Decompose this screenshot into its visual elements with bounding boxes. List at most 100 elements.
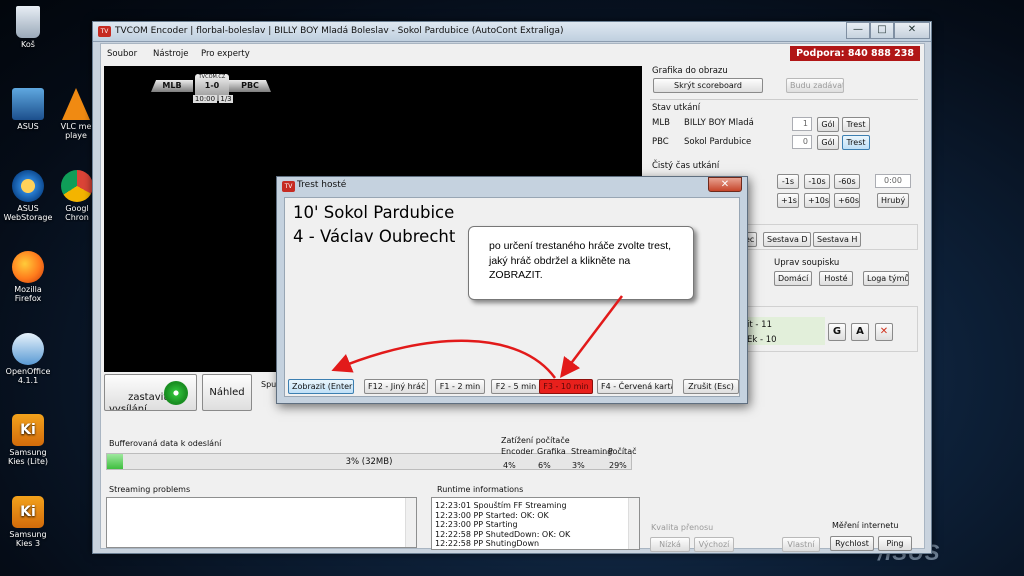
buffer-progress-text: 3% (32MB): [345, 457, 393, 467]
event-goal-button[interactable]: G: [828, 323, 846, 341]
log-line: 12:22:58 PP ShutedDown: OK: OK: [435, 529, 571, 539]
scrollbar[interactable]: [405, 498, 416, 547]
graphics-section-title: Grafika do obrazu: [652, 66, 728, 76]
minimize-button[interactable]: —: [846, 22, 870, 39]
window-titlebar[interactable]: TV TVCOM Encoder | florbal-boleslav | BI…: [93, 22, 931, 42]
stop-broadcast-button[interactable]: zastavit vysílání: [104, 374, 197, 411]
load-header-encoder: Encoder: [501, 447, 534, 456]
penalty-2min-button[interactable]: F1 - 2 min: [435, 379, 485, 394]
recycle-bin-icon: [16, 6, 40, 38]
asus-webstorage-icon: [12, 170, 44, 202]
away-goal-button[interactable]: Gól: [817, 135, 839, 150]
match-state-title: Stav utkání: [652, 103, 701, 113]
speed-test-button[interactable]: Rychlost: [830, 536, 874, 551]
log-line: 12:23:00 PP Started: OK: OK: [435, 510, 549, 520]
runtime-title: Runtime informations: [437, 485, 524, 494]
desktop-icon-kies-lite[interactable]: Ki Samsung Kies (Lite): [2, 414, 54, 466]
menu-soubor[interactable]: Soubor: [107, 49, 137, 59]
desktop-icon-label: ASUS WebStorage: [3, 204, 53, 222]
menu-pro-experty[interactable]: Pro experty: [201, 49, 250, 59]
away-penalty-button[interactable]: Trest: [842, 135, 870, 150]
home-penalty-button[interactable]: Trest: [842, 117, 870, 132]
plus-1s-button[interactable]: +1s: [777, 193, 799, 208]
log-line: 12:23:00 PP Starting: [435, 520, 518, 530]
home-goal-button[interactable]: Gól: [817, 117, 839, 132]
quality-default-button[interactable]: Výchozí: [694, 537, 734, 552]
plus-60s-button[interactable]: +60s: [834, 193, 860, 208]
other-player-button[interactable]: F12 - Jiný hráč: [364, 379, 428, 394]
edit-home-lineup-button[interactable]: Domácí: [774, 271, 812, 286]
quality-custom-button[interactable]: Vlastní: [782, 537, 820, 552]
penalty-5min-button[interactable]: F2 - 5 min: [491, 379, 541, 394]
lineup-away-button[interactable]: Sestava H: [813, 232, 861, 247]
desktop-icon-asus[interactable]: ASUS: [2, 88, 54, 131]
clock-section-title: Čistý čas utkání: [652, 161, 720, 171]
stop-broadcast-label: zastavit vysílání: [109, 392, 168, 411]
red-card-button[interactable]: F4 - Červená karta: [597, 379, 673, 394]
event-row-1[interactable]: it - 11: [747, 320, 772, 330]
desktop-icon-label: ASUS: [17, 122, 39, 131]
minus-60s-button[interactable]: -60s: [834, 174, 860, 189]
scoreboard-brand: TVCOM.CZ: [198, 74, 226, 80]
desktop-icon-label: Samsung Kies (Lite): [7, 448, 49, 466]
event-row-2[interactable]: Ek - 10: [747, 335, 777, 345]
team-logos-button[interactable]: Loga týmů: [863, 271, 909, 286]
preview-button[interactable]: Náhled: [202, 374, 252, 411]
ping-button[interactable]: Ping: [878, 536, 912, 551]
desktop-icon-chrome[interactable]: Googl Chron: [58, 170, 96, 222]
tv-app-icon: TV: [98, 26, 111, 37]
scrollbar[interactable]: [628, 498, 639, 549]
vlc-icon: [62, 88, 90, 120]
close-window-button[interactable]: ✕: [894, 22, 930, 39]
rough-time-button[interactable]: Hrubý: [877, 193, 909, 208]
hide-scoreboard-button[interactable]: Skrýt scoreboard: [653, 78, 763, 93]
menu-bar: Soubor Nástroje Pro experty Podpora: 840…: [101, 44, 924, 64]
home-goals-field[interactable]: 1: [792, 117, 812, 131]
load-value-graphics: 6%: [538, 461, 551, 470]
scoreboard-home: MLB: [151, 80, 193, 92]
chrome-icon: [61, 170, 93, 202]
away-goals-field[interactable]: 0: [792, 135, 812, 149]
runtime-log-list[interactable]: 12:23:01 Spouštím FF Streaming 12:23:00 …: [431, 497, 640, 550]
penalty-player-line: 4 - Václav Oubrecht: [293, 227, 456, 246]
tv-app-icon: TV: [282, 181, 295, 192]
desktop-icon-openoffice[interactable]: OpenOffice 4.1.1: [2, 333, 54, 385]
cancel-penalty-button[interactable]: Zrušit (Esc): [683, 379, 739, 394]
load-header-streaming: Streaming: [571, 447, 613, 456]
streaming-problems-list[interactable]: [106, 497, 417, 548]
event-delete-button[interactable]: ✕: [875, 323, 893, 341]
asus-folder-icon: [12, 88, 44, 120]
desktop-icon-asus-webstorage[interactable]: ASUS WebStorage: [2, 170, 54, 222]
menu-nastroje[interactable]: Nástroje: [153, 49, 188, 59]
show-penalty-button[interactable]: Zobrazit (Enter): [288, 379, 354, 394]
edit-away-lineup-button[interactable]: Hosté: [819, 271, 853, 286]
desktop-icon-firefox[interactable]: Mozilla Firefox: [2, 251, 54, 303]
home-team-name: BILLY BOY Mladá: [684, 118, 754, 128]
lineup-home-button[interactable]: Sestava D: [763, 232, 811, 247]
scoreboard-overlay: MLB PBC TVCOM.CZ 1-0 10:00 1/3: [151, 74, 271, 104]
penalty-team-line: 10' Sokol Pardubice: [293, 203, 455, 222]
desktop-icon-label: OpenOffice 4.1.1: [5, 367, 51, 385]
minus-10s-button[interactable]: -10s: [804, 174, 830, 189]
desktop-icon-vlc[interactable]: VLC me playe: [56, 88, 96, 140]
firefox-icon: [12, 251, 44, 283]
log-line: 12:23:01 Spouštím FF Streaming: [435, 501, 567, 510]
log-line: 12:22:58 PP ShutingDown: [435, 539, 540, 549]
quality-low-button[interactable]: Nízká: [650, 537, 690, 552]
desktop-icon-recycle-bin[interactable]: Koš: [2, 6, 54, 49]
desktop-icon-label: Googl Chron: [65, 204, 89, 222]
load-value-encoder: 4%: [503, 461, 516, 470]
plus-10s-button[interactable]: +10s: [804, 193, 830, 208]
clock-value-field[interactable]: 0:00: [875, 174, 911, 188]
desktop-icon-kies3[interactable]: Ki Samsung Kies 3: [2, 496, 54, 548]
desktop-icon-label: VLC me playe: [60, 122, 92, 140]
support-phone-badge: Podpora: 840 888 238: [790, 46, 920, 61]
edit-lineup-title: Uprav soupisku: [774, 258, 840, 268]
dialog-close-button[interactable]: ✕: [708, 177, 742, 192]
budu-zadavat-button[interactable]: Budu zadávat: [786, 78, 844, 93]
event-assist-button[interactable]: A: [851, 323, 869, 341]
minus-1s-button[interactable]: -1s: [777, 174, 799, 189]
quality-title: Kvalita přenosu: [651, 523, 714, 532]
maximize-button[interactable]: □: [870, 22, 894, 39]
penalty-10min-button[interactable]: F3 - 10 min: [539, 379, 593, 394]
